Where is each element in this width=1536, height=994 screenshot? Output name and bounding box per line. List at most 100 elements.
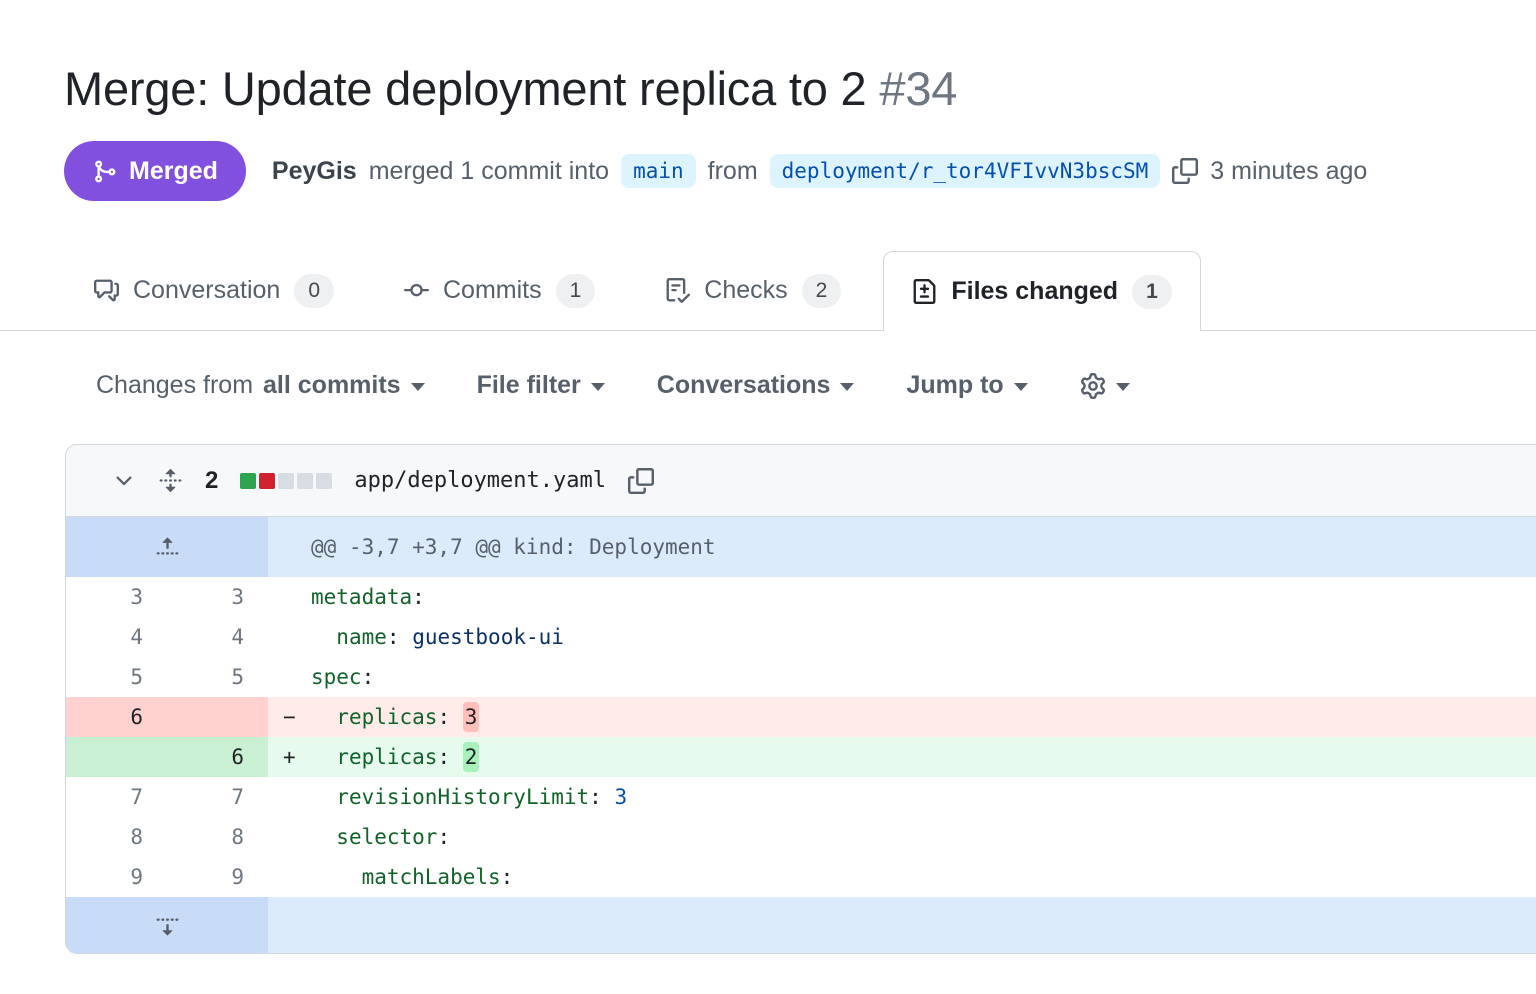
byline-action-text: merged 1 commit into [369, 157, 609, 186]
yaml-colon: : [437, 825, 450, 849]
diff-row: 55spec: [66, 657, 1536, 697]
tab-checks[interactable]: Checks 2 [637, 251, 869, 330]
diff-settings-dropdown[interactable] [1080, 373, 1130, 399]
yaml-value: guestbook-ui [412, 625, 564, 649]
fold-up-icon [155, 535, 180, 560]
conversations-dropdown[interactable]: Conversations [657, 371, 855, 400]
yaml-key: matchLabels [362, 865, 501, 889]
diffstat-square-deleted [259, 473, 275, 489]
old-line-number[interactable]: 9 [66, 857, 167, 897]
yaml-key: name [336, 625, 387, 649]
git-commit-icon [404, 278, 429, 303]
file-changes-count: 2 [205, 467, 218, 495]
old-line-number[interactable]: 5 [66, 657, 167, 697]
git-merge-icon [92, 159, 117, 184]
pr-title: Merge: Update deployment replica to 2 #3… [64, 58, 1472, 119]
head-branch-label[interactable]: deployment/r_tor4VFIvvN3bscSM [770, 154, 1161, 188]
base-branch-label[interactable]: main [621, 154, 696, 188]
expand-down-button[interactable] [66, 897, 268, 953]
old-line-number[interactable]: 3 [66, 577, 167, 617]
unfold-icon [158, 468, 183, 493]
expand-all-button[interactable] [158, 468, 183, 493]
yaml-key: selector [336, 825, 437, 849]
file-filter-label: File filter [477, 371, 581, 400]
file-filter-dropdown[interactable]: File filter [477, 371, 605, 400]
expand-row-body [268, 897, 1536, 953]
old-line-number[interactable]: 7 [66, 777, 167, 817]
file-diff-panel: 2 app/deployment.yaml @@ -3,7 +3,7 @@ ki… [65, 444, 1536, 954]
copy-icon [628, 468, 654, 494]
tab-conversation-count: 0 [294, 274, 334, 308]
new-line-number[interactable] [167, 697, 268, 737]
pr-title-text: Merge: Update deployment replica to 2 [64, 62, 867, 115]
new-line-number[interactable]: 7 [167, 777, 268, 817]
new-line-number[interactable]: 4 [167, 617, 268, 657]
copy-branch-button[interactable] [1172, 158, 1198, 184]
old-line-number[interactable]: 8 [66, 817, 167, 857]
copy-file-path-button[interactable] [628, 468, 654, 494]
merged-status-badge: Merged [64, 141, 246, 201]
changes-from-value: all commits [263, 371, 401, 400]
yaml-value: 2 [463, 742, 480, 772]
code-line: revisionHistoryLimit: 3 [268, 777, 1536, 817]
yaml-key: replicas [336, 705, 437, 729]
new-line-number[interactable]: 3 [167, 577, 268, 617]
expand-row [66, 897, 1536, 953]
byline-from-text: from [708, 157, 758, 186]
code-line: matchLabels: [268, 857, 1536, 897]
gear-icon [1080, 373, 1106, 399]
pr-tab-bar: Conversation 0 Commits 1 Checks 2 Files … [0, 251, 1536, 331]
yaml-key: metadata [311, 585, 412, 609]
jump-to-label: Jump to [906, 371, 1003, 400]
checklist-icon [665, 278, 690, 303]
diff-row: 44 name: guestbook-ui [66, 617, 1536, 657]
pull-request-files-page: Merge: Update deployment replica to 2 #3… [0, 0, 1536, 954]
diffstat-square-neutral [297, 473, 313, 489]
old-line-number[interactable]: 6 [66, 697, 167, 737]
file-name[interactable]: app/deployment.yaml [354, 468, 606, 493]
old-line-number[interactable]: 4 [66, 617, 167, 657]
tab-conversation[interactable]: Conversation 0 [66, 251, 362, 330]
copy-icon [1172, 158, 1198, 184]
changes-from-dropdown[interactable]: Changes from all commits [96, 371, 425, 400]
code-line: name: guestbook-ui [268, 617, 1536, 657]
chevron-down-icon [1014, 383, 1028, 391]
tab-conversation-label: Conversation [133, 276, 280, 305]
diffstat-square-neutral [278, 473, 294, 489]
yaml-colon: : [362, 665, 375, 689]
diff-marker: + [283, 737, 311, 777]
yaml-value: 3 [463, 702, 480, 732]
jump-to-dropdown[interactable]: Jump to [906, 371, 1027, 400]
pr-byline-row: Merged PeyGis merged 1 commit into main … [64, 141, 1472, 201]
tab-files-changed-label: Files changed [951, 277, 1118, 306]
tab-checks-label: Checks [704, 276, 787, 305]
new-line-number[interactable]: 5 [167, 657, 268, 697]
new-line-number[interactable]: 9 [167, 857, 268, 897]
new-line-number[interactable]: 6 [167, 737, 268, 777]
chevron-down-icon [591, 383, 605, 391]
chevron-down-icon [840, 383, 854, 391]
expand-up-button[interactable] [66, 517, 268, 577]
diff-row: 88 selector: [66, 817, 1536, 857]
tab-files-changed[interactable]: Files changed 1 [883, 251, 1200, 331]
fold-down-icon [155, 913, 180, 938]
chevron-down-icon [1116, 383, 1130, 391]
tab-commits[interactable]: Commits 1 [376, 251, 623, 330]
diff-marker: − [283, 697, 311, 737]
code-line: spec: [268, 657, 1536, 697]
yaml-colon: : [589, 785, 602, 809]
pr-number: #34 [879, 62, 957, 115]
new-line-number[interactable]: 8 [167, 817, 268, 857]
collapse-file-button[interactable] [112, 469, 136, 493]
diff-row: 6+ replicas: 2 [66, 737, 1536, 777]
diffstat-square-added [240, 473, 256, 489]
diff-table: @@ -3,7 +3,7 @@ kind: Deployment33metada… [66, 517, 1536, 953]
author-link[interactable]: PeyGis [272, 157, 357, 186]
diffstat-squares [240, 473, 332, 489]
old-line-number[interactable] [66, 737, 167, 777]
yaml-colon: : [437, 705, 450, 729]
tab-commits-label: Commits [443, 276, 542, 305]
chevron-down-icon [112, 469, 136, 493]
yaml-key: replicas [336, 745, 437, 769]
file-diff-icon [912, 279, 937, 304]
